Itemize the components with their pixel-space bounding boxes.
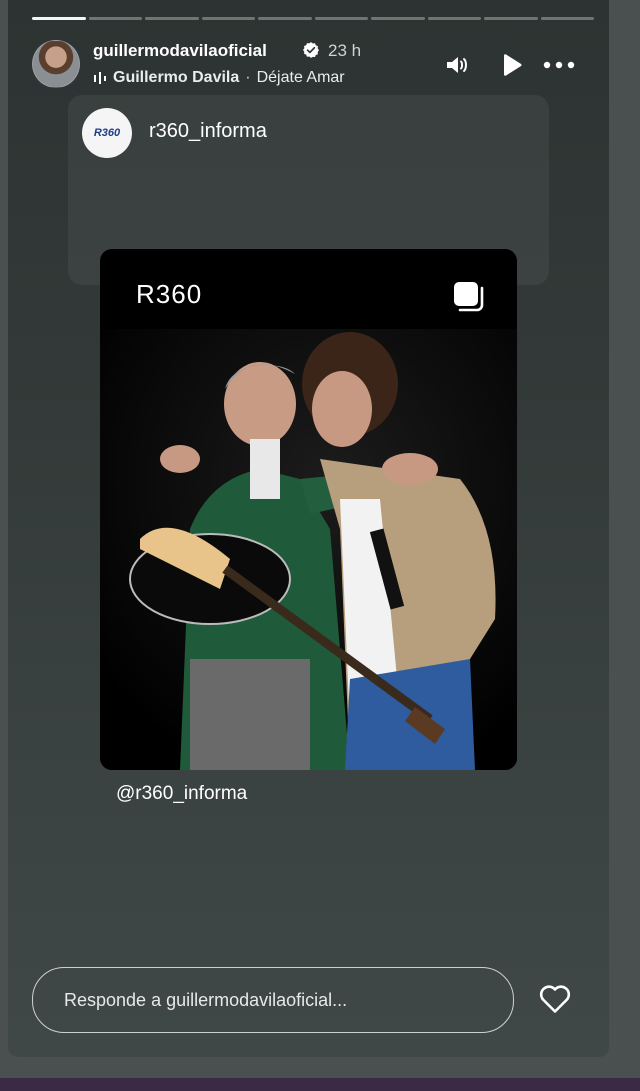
- progress-segment: [201, 17, 255, 20]
- progress-segment: [484, 17, 538, 20]
- music-artist: Guillermo Davila: [113, 69, 240, 86]
- heart-icon[interactable]: [538, 983, 572, 1015]
- taskbar-edge: [0, 1078, 640, 1091]
- more-dots-icon[interactable]: [542, 52, 576, 78]
- shared-account-avatar[interactable]: R360: [82, 108, 132, 158]
- carousel-icon: [454, 282, 484, 312]
- progress-segment: [427, 17, 481, 20]
- progress-segment: [540, 17, 594, 20]
- progress-segment: [314, 17, 368, 20]
- shared-account-name[interactable]: r360_informa: [149, 120, 267, 143]
- reply-placeholder: Responde a guillermodavilaoficial...: [64, 990, 348, 1010]
- post-logo-text: R360: [136, 279, 203, 309]
- reply-input[interactable]: Responde a guillermodavilaoficial...: [32, 967, 514, 1033]
- music-info[interactable]: Guillermo Davila · Déjate Amar: [93, 69, 345, 87]
- shared-account-avatar-logo: R360: [93, 127, 121, 139]
- progress-segment: [258, 17, 312, 20]
- progress-segment: [145, 17, 199, 20]
- music-bars-icon: [94, 72, 106, 84]
- play-icon[interactable]: [498, 52, 524, 78]
- progress-segment: [371, 17, 425, 20]
- story-progress-bar: [32, 17, 594, 20]
- progress-segment: [88, 17, 142, 20]
- progress-segment: [32, 17, 86, 20]
- post-logo: R360: [136, 279, 202, 310]
- verified-badge-icon: [302, 42, 320, 58]
- music-song: Déjate Amar: [256, 69, 345, 86]
- profile-username[interactable]: guillermodavilaoficial: [93, 41, 267, 61]
- story-header: guillermodavilaoficial 23 h Guillermo Da…: [32, 38, 589, 88]
- profile-avatar[interactable]: [32, 40, 80, 88]
- music-separator: ·: [245, 69, 251, 86]
- shared-post-image[interactable]: R360: [100, 249, 517, 770]
- post-time: 23 h: [328, 41, 362, 60]
- story-viewer: guillermodavilaoficial 23 h Guillermo Da…: [8, 0, 609, 1057]
- concert-photo: [100, 329, 517, 770]
- speaker-icon[interactable]: [444, 52, 470, 78]
- post-mention[interactable]: @r360_informa: [116, 783, 247, 805]
